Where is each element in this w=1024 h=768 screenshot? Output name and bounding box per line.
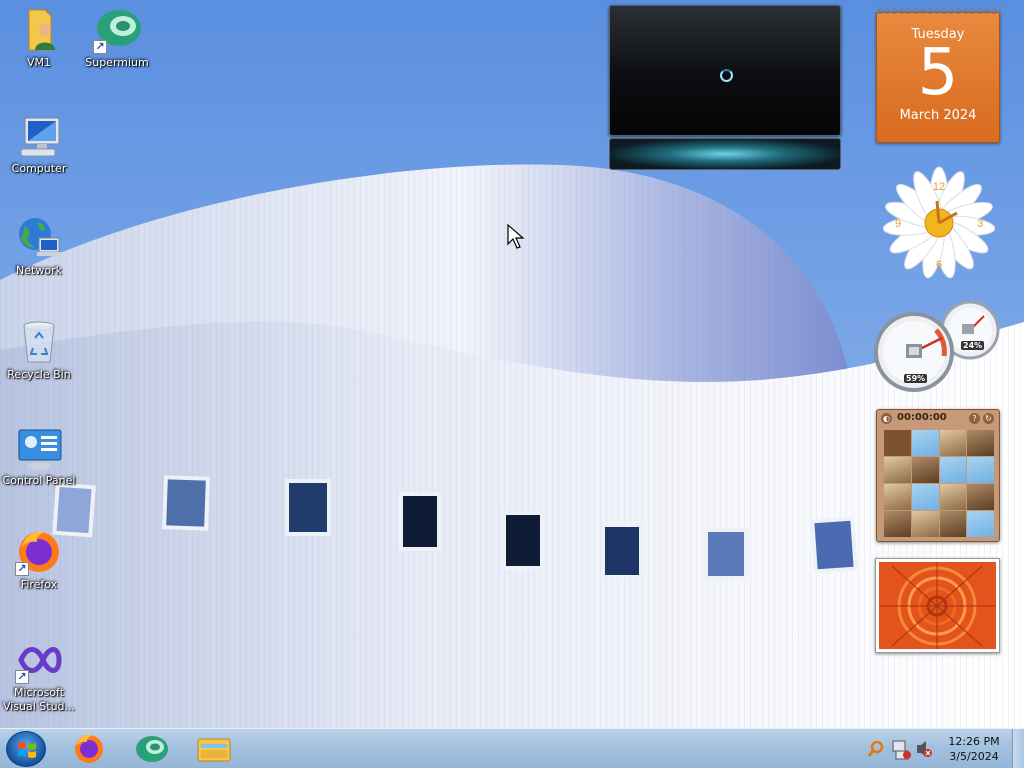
memory-usage-value: 24% xyxy=(961,341,985,350)
visual-studio-icon: ↗ xyxy=(15,636,63,684)
puzzle-tile[interactable] xyxy=(911,430,939,456)
puzzle-tile[interactable] xyxy=(967,457,994,483)
desktop-icon-label: Supermium xyxy=(85,56,149,69)
show-desktop-button[interactable] xyxy=(1012,729,1024,768)
puzzle-tile[interactable] xyxy=(884,484,911,510)
taskbar-clock[interactable]: 12:26 PM 3/5/2024 xyxy=(936,734,1012,764)
cpu-meter-gadget[interactable]: 59% 24% xyxy=(874,300,1000,394)
puzzle-tile[interactable] xyxy=(967,484,994,510)
puzzle-shuffle-button[interactable]: ↻ xyxy=(983,413,994,424)
firefox-icon xyxy=(75,734,103,763)
puzzle-tile[interactable] xyxy=(939,430,967,456)
calendar-month-year: March 2024 xyxy=(899,108,977,123)
desktop-icon-control-panel[interactable]: Control Panel xyxy=(0,424,78,488)
taskbar-explorer-button[interactable] xyxy=(186,731,242,767)
taskbar-supermium-button[interactable] xyxy=(124,731,180,767)
volume-muted-icon[interactable] xyxy=(917,741,932,757)
desktop-icon-vm1[interactable]: VM1 xyxy=(0,6,78,70)
desktop-icon-supermium[interactable]: ↗ Supermium xyxy=(78,6,156,70)
desktop-icon-visual-studio[interactable]: ↗ Microsoft Visual Stud... xyxy=(0,636,78,714)
clock-numeral-3: 3 xyxy=(977,218,983,230)
calendar-binder-rings: ŏŏŏŏŏŏŏŏŏŏŏŏŏŏŏŏŏŏŏŏ xyxy=(877,6,1001,17)
puzzle-tile[interactable] xyxy=(967,511,994,537)
desktop-icon-firefox[interactable]: ↗ Firefox xyxy=(0,528,78,592)
taskbar: 12:26 PM 3/5/2024 xyxy=(0,728,1024,768)
supermium-browser-icon xyxy=(136,736,168,762)
desktop-wallpaper xyxy=(0,0,1024,728)
slideshow-photo xyxy=(877,556,997,656)
cpu-usage-value: 59% xyxy=(904,374,928,383)
desktop-icon-label: Computer xyxy=(11,162,67,175)
puzzle-pause-button[interactable]: ◐ xyxy=(881,413,892,424)
picture-puzzle-gadget[interactable]: ◐ 00:00:00 ? ↻ xyxy=(876,409,1000,542)
taskbar-date: 3/5/2024 xyxy=(949,750,999,763)
puzzle-empty-slot[interactable] xyxy=(884,430,911,456)
puzzle-tile[interactable] xyxy=(884,511,911,537)
explorer-folder-icon xyxy=(197,738,231,762)
user-folder-icon xyxy=(15,6,63,54)
puzzle-timer: 00:00:00 xyxy=(897,412,947,423)
start-button[interactable] xyxy=(6,731,46,767)
desktop-icon-label: Recycle Bin xyxy=(7,368,71,381)
puzzle-board xyxy=(884,430,994,537)
network-icon xyxy=(15,214,63,262)
desktop-icon-label: VM1 xyxy=(26,56,51,69)
computer-icon xyxy=(15,112,63,160)
puzzle-tile[interactable] xyxy=(911,511,939,537)
supermium-browser-icon: ↗ xyxy=(93,6,141,54)
notification-area xyxy=(866,729,936,768)
puzzle-tile[interactable] xyxy=(884,457,911,483)
desktop-icon-computer[interactable]: Computer xyxy=(0,112,78,176)
control-panel-icon xyxy=(15,424,63,472)
desktop-icon-label: Firefox xyxy=(20,578,58,591)
shortcut-arrow-icon: ↗ xyxy=(15,670,29,684)
media-player-gadget[interactable] xyxy=(609,5,841,136)
taskbar-time: 12:26 PM xyxy=(948,735,1000,748)
clock-numeral-12: 12 xyxy=(933,181,945,193)
puzzle-toolbar: ◐ 00:00:00 ? ↻ xyxy=(877,410,999,427)
clock-numeral-6: 6 xyxy=(936,259,942,271)
media-player-controls[interactable] xyxy=(609,138,841,170)
slideshow-gadget[interactable] xyxy=(875,556,1000,656)
daisy-clock-face: 12 3 6 9 xyxy=(882,166,996,279)
shortcut-arrow-icon: ↗ xyxy=(15,562,29,576)
desktop-icon-label: Control Panel xyxy=(2,474,76,487)
loading-spinner-icon xyxy=(720,69,733,82)
mouse-pointer-icon xyxy=(507,223,525,254)
desktop-icon-recycle-bin[interactable]: Recycle Bin xyxy=(0,318,78,382)
clock-gadget[interactable]: 12 3 6 9 xyxy=(878,164,1000,282)
search-icon[interactable] xyxy=(867,740,884,757)
clock-numeral-9: 9 xyxy=(895,218,901,230)
network-status-icon[interactable] xyxy=(892,740,911,760)
puzzle-tile[interactable] xyxy=(939,511,967,537)
desktop-icon-label: Microsoft Visual Stud... xyxy=(2,686,76,713)
calendar-gadget[interactable]: ŏŏŏŏŏŏŏŏŏŏŏŏŏŏŏŏŏŏŏŏ Tuesday 5 March 202… xyxy=(876,6,1001,143)
calendar-day-number: 5 xyxy=(917,36,959,110)
desktop-icon-label: Network xyxy=(16,264,62,277)
puzzle-tile[interactable] xyxy=(911,484,939,510)
recycle-bin-icon xyxy=(15,318,63,366)
puzzle-tile[interactable] xyxy=(939,484,967,510)
puzzle-help-button[interactable]: ? xyxy=(969,413,980,424)
taskbar-firefox-button[interactable] xyxy=(61,731,117,767)
windows-logo-icon xyxy=(18,742,36,758)
shortcut-arrow-icon: ↗ xyxy=(93,40,107,54)
puzzle-tile[interactable] xyxy=(939,457,967,483)
desktop-icon-network[interactable]: Network xyxy=(0,214,78,278)
firefox-icon: ↗ xyxy=(15,528,63,576)
puzzle-tile[interactable] xyxy=(967,430,994,456)
puzzle-tile[interactable] xyxy=(911,457,939,483)
